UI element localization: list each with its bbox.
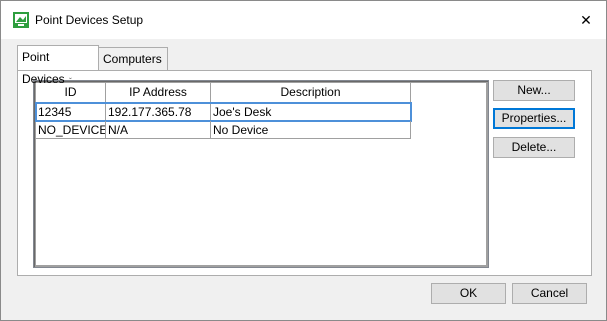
- new-button[interactable]: New...: [493, 80, 575, 101]
- tab-point-devices[interactable]: Point Devices: [17, 45, 99, 86]
- tab-label: Computers: [103, 52, 162, 66]
- table-row[interactable]: 12345 192.177.365.78 Joe's Desk: [35, 102, 412, 122]
- cell-id: 12345: [36, 103, 106, 121]
- app-icon: [13, 12, 29, 28]
- cell-description: No Device: [211, 121, 411, 139]
- ok-button[interactable]: OK: [431, 283, 506, 304]
- cell-ip-address: 192.177.365.78: [106, 103, 211, 121]
- cancel-button[interactable]: Cancel: [512, 283, 587, 304]
- cell-id: NO_DEVICE: [36, 121, 106, 139]
- table-row[interactable]: NO_DEVICE N/A No Device: [36, 121, 411, 139]
- cell-description: Joe's Desk: [211, 103, 411, 121]
- column-header-label: IP Address: [129, 85, 187, 99]
- close-button[interactable]: ✕: [566, 1, 606, 39]
- tab-computers[interactable]: Computers: [98, 47, 168, 70]
- tab-label: Point Devices: [22, 50, 65, 86]
- cell-ip-address: N/A: [106, 121, 211, 139]
- title-bar[interactable]: Point Devices Setup ✕: [1, 1, 606, 39]
- close-icon: ✕: [580, 11, 592, 28]
- table-header: ˇ ID IP Address Description: [36, 78, 411, 103]
- devices-list[interactable]: ˇ ID IP Address Description 12345 192.17…: [33, 78, 489, 268]
- properties-button[interactable]: Properties...: [493, 108, 575, 129]
- delete-button[interactable]: Delete...: [493, 137, 575, 158]
- devices-list-body: ˇ ID IP Address Description 12345 192.17…: [35, 78, 486, 265]
- point-devices-panel: ˇ ID IP Address Description 12345 192.17…: [17, 70, 592, 276]
- column-header-ip-address[interactable]: IP Address: [106, 83, 211, 102]
- window-title: Point Devices Setup: [35, 13, 144, 27]
- column-header-label: ID: [64, 85, 77, 99]
- column-header-label: Description: [280, 85, 341, 99]
- dialog-window: Point Devices Setup ✕ Point Devices Comp…: [0, 0, 607, 321]
- column-header-description[interactable]: Description: [211, 83, 411, 102]
